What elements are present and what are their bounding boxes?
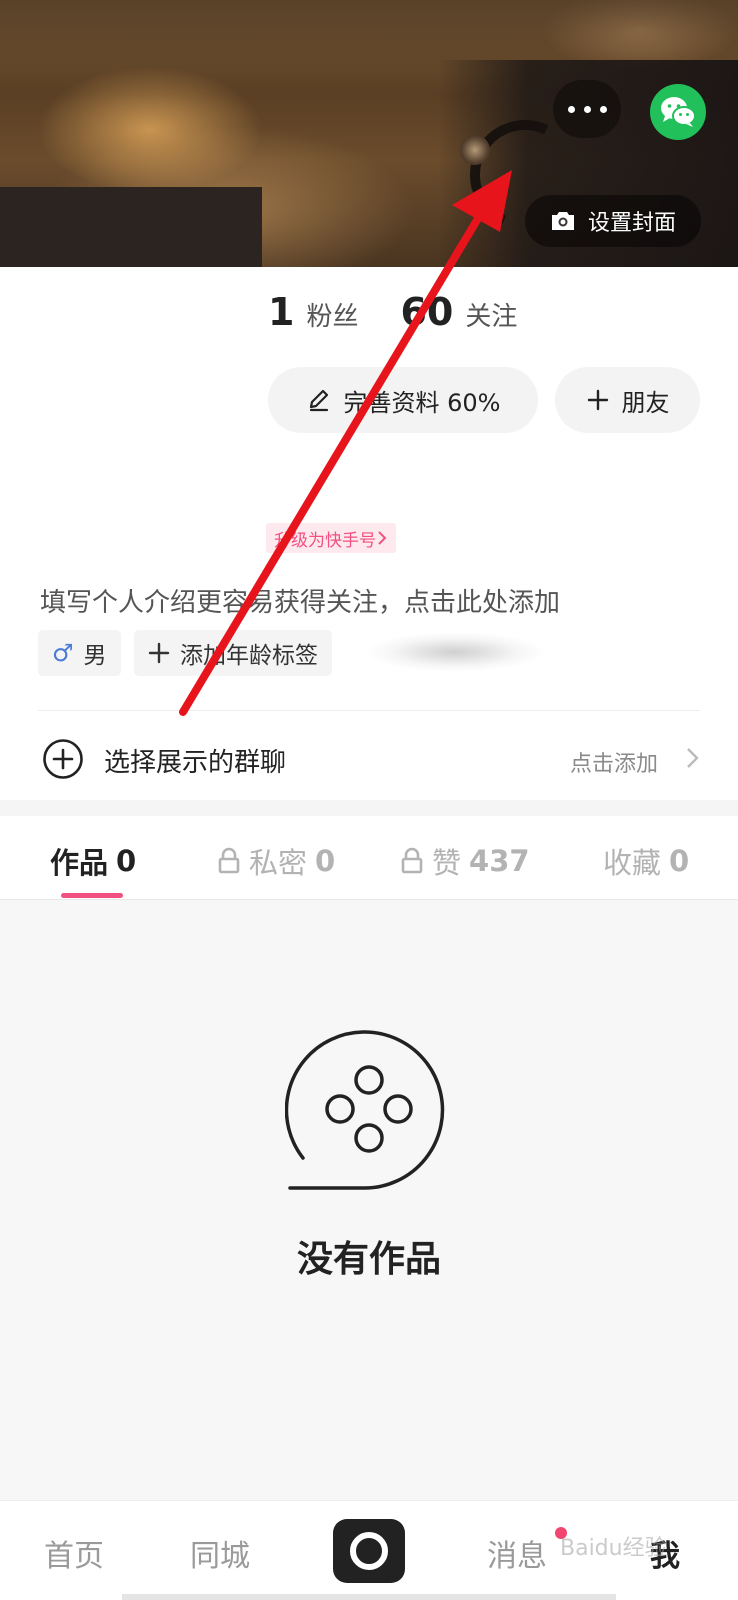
camera-record-button[interactable] <box>333 1519 405 1583</box>
following-count: 60 <box>400 290 454 334</box>
tab-favorites[interactable]: 收藏 0 <box>603 840 689 882</box>
tab-label: 作品 <box>50 846 109 880</box>
upgrade-label: 升级为快手号 <box>274 530 376 551</box>
wechat-icon <box>661 97 696 127</box>
nav-home[interactable]: 首页 <box>44 1531 104 1575</box>
add-circle-icon <box>43 739 83 779</box>
wechat-share-button[interactable] <box>650 84 706 140</box>
empty-state-text: 没有作品 <box>296 1239 441 1280</box>
film-reel-icon <box>285 1030 445 1190</box>
fans-stat[interactable]: 1 粉丝 <box>268 290 358 334</box>
group-chat-label: 选择展示的群聊 <box>104 748 287 778</box>
add-friend-label: 朋友 <box>621 388 670 417</box>
more-icon-dot <box>599 105 607 113</box>
tab-count: 437 <box>469 844 530 878</box>
following-label: 关注 <box>465 302 518 332</box>
edit-profile-button[interactable]: 完善资料 60% <box>268 367 538 433</box>
tab-count: 0 <box>669 844 690 878</box>
works-content-area: 没有作品 <box>0 900 738 1500</box>
blurred-tag <box>345 625 615 679</box>
plus-icon <box>587 389 608 411</box>
nav-messages[interactable]: 消息 <box>487 1531 547 1575</box>
fans-label: 粉丝 <box>306 302 359 332</box>
tab-label: 私密 <box>249 846 308 880</box>
set-cover-button[interactable]: 设置封面 <box>525 195 701 247</box>
gender-tag[interactable]: ♂ 男 <box>38 630 121 676</box>
add-age-label: 添加年龄标签 <box>180 643 318 669</box>
more-options-button[interactable] <box>553 80 621 138</box>
fans-count: 1 <box>268 290 295 334</box>
upgrade-kuaishou-id-link[interactable]: 升级为快手号 <box>266 523 396 553</box>
section-divider <box>38 710 700 711</box>
chevron-right-icon <box>378 531 387 545</box>
more-icon-dot <box>567 105 575 113</box>
cover-bike-bolt <box>460 135 490 165</box>
profile-tabs: 作品 0 私密 0 赞 437 收藏 0 <box>0 816 738 900</box>
baidu-watermark: Baidu经验 <box>560 1536 667 1561</box>
set-cover-label: 设置封面 <box>587 211 676 236</box>
record-icon <box>350 1532 388 1570</box>
cover-dark-block <box>0 187 262 267</box>
male-icon: ♂ <box>52 639 74 667</box>
group-chat-row[interactable]: 选择展示的群聊 点击添加 <box>0 720 738 800</box>
following-stat[interactable]: 60 关注 <box>400 290 517 334</box>
tab-likes[interactable]: 赞 437 <box>400 840 530 882</box>
tab-count: 0 <box>116 844 137 878</box>
tab-count: 0 <box>315 844 336 878</box>
system-nav-bar <box>122 1594 616 1600</box>
tab-works[interactable]: 作品 0 <box>50 840 136 882</box>
group-chat-action: 点击添加 <box>570 752 659 777</box>
chevron-right-icon <box>687 748 699 768</box>
tab-private[interactable]: 私密 0 <box>217 840 335 882</box>
bio-placeholder[interactable]: 填写个人介绍更容易获得关注，点击此处添加 <box>40 582 560 619</box>
pencil-icon <box>309 389 328 412</box>
section-gap <box>0 800 738 816</box>
lock-icon <box>401 847 423 874</box>
add-age-tag-button[interactable]: 添加年龄标签 <box>134 630 332 676</box>
camera-icon <box>551 212 574 230</box>
tab-label: 赞 <box>432 846 462 880</box>
profile-stats: 1 粉丝 60 关注 <box>268 290 517 334</box>
plus-icon <box>148 642 170 664</box>
lock-icon <box>218 847 240 874</box>
active-tab-indicator <box>61 893 123 898</box>
gender-label: 男 <box>83 643 107 669</box>
more-icon-dot <box>583 105 591 113</box>
add-friend-button[interactable]: 朋友 <box>555 367 700 433</box>
nav-local[interactable]: 同城 <box>190 1531 250 1575</box>
tab-label: 收藏 <box>603 846 662 880</box>
edit-profile-label: 完善资料 60% <box>343 388 501 417</box>
